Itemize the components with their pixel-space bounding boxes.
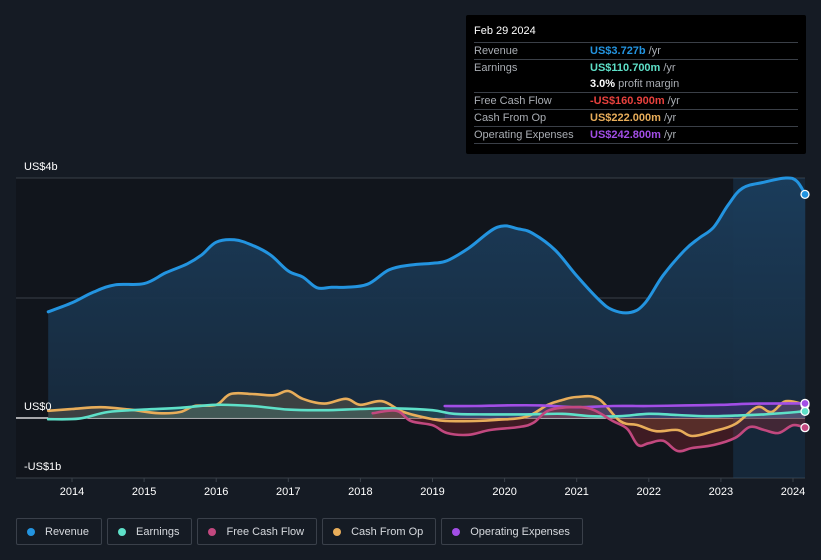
tooltip-label: Earnings: [474, 62, 518, 74]
tooltip-value: US$110.700m: [590, 62, 661, 74]
legend-dot-icon: [118, 527, 127, 536]
tooltip-row-profit-margin: 3.0% profit margin: [474, 76, 798, 93]
free-cash-flow-end-marker: [800, 423, 810, 433]
x-tick-label: 2015: [132, 486, 156, 498]
tooltip-value: US$3.727b: [590, 45, 646, 57]
legend-item-revenue[interactable]: Revenue: [16, 518, 103, 545]
legend-dot-icon: [452, 527, 461, 536]
tooltip-unit: profit margin: [618, 78, 680, 90]
tooltip-label: Free Cash Flow: [474, 95, 552, 107]
y-tick-label: US$4b: [24, 161, 58, 173]
x-tick-label: 2021: [564, 486, 588, 498]
legend-label: Earnings: [136, 525, 180, 538]
x-tick-label: 2019: [420, 486, 444, 498]
chart-legend: Revenue Earnings Free Cash Flow Cash Fro…: [16, 518, 583, 545]
tooltip-unit: /yr: [663, 62, 676, 74]
legend-label: Cash From Op: [351, 525, 424, 538]
tooltip-row-free-cash-flow: Free Cash Flow -US$160.900m /yr: [474, 93, 798, 110]
y-tick-label: -US$1b: [24, 461, 61, 473]
tooltip-label: Revenue: [474, 45, 519, 57]
legend-item-cash-from-op[interactable]: Cash From Op: [322, 518, 437, 545]
legend-item-free-cash-flow[interactable]: Free Cash Flow: [197, 518, 318, 545]
tooltip-label: Cash From Op: [474, 112, 547, 124]
x-tick-label: 2024: [781, 486, 805, 498]
legend-label: Revenue: [45, 525, 90, 538]
x-tick-label: 2014: [60, 486, 84, 498]
operating-expenses-end-marker: [800, 398, 810, 409]
legend-item-operating-expenses[interactable]: Operating Expenses: [441, 518, 583, 545]
x-tick-label: 2023: [709, 486, 733, 498]
legend-label: Operating Expenses: [470, 525, 570, 538]
tooltip-value: US$242.800m: [590, 129, 661, 141]
x-tick-label: 2017: [276, 486, 300, 498]
x-tick-label: 2018: [348, 486, 372, 498]
tooltip-unit: /yr: [667, 95, 680, 107]
tooltip-row-earnings: Earnings US$110.700m /yr: [474, 60, 798, 76]
tooltip-label: [474, 76, 590, 92]
legend-dot-icon: [208, 527, 217, 536]
tooltip-row-revenue: Revenue US$3.727b /yr: [474, 43, 798, 60]
legend-dot-icon: [27, 527, 35, 536]
tooltip-panel: Feb 29 2024 Revenue US$3.727b /yr Earnin…: [466, 15, 806, 154]
tooltip-row-operating-expenses: Operating Expenses US$242.800m /yr: [474, 127, 798, 144]
y-tick-label: US$0: [24, 401, 52, 413]
revenue-end-marker: [800, 189, 810, 200]
tooltip-row-cash-from-op: Cash From Op US$222.000m /yr: [474, 110, 798, 127]
tooltip-value: US$222.000m: [590, 112, 661, 124]
legend-dot-icon: [333, 527, 342, 536]
x-tick-label: 2016: [204, 486, 228, 498]
x-tick-label: 2020: [492, 486, 516, 498]
earnings-end-marker: [800, 406, 810, 416]
tooltip-label: Operating Expenses: [474, 129, 574, 141]
tooltip-value: 3.0%: [590, 78, 616, 90]
legend-label: Free Cash Flow: [226, 525, 305, 538]
tooltip-unit: /yr: [663, 112, 677, 124]
tooltip-date: Feb 29 2024: [474, 23, 798, 43]
x-tick-label: 2022: [637, 486, 661, 498]
tooltip-value: -US$160.900m: [590, 95, 665, 107]
tooltip-unit: /yr: [663, 129, 677, 141]
legend-item-earnings[interactable]: Earnings: [107, 518, 193, 545]
tooltip-unit: /yr: [648, 45, 661, 57]
